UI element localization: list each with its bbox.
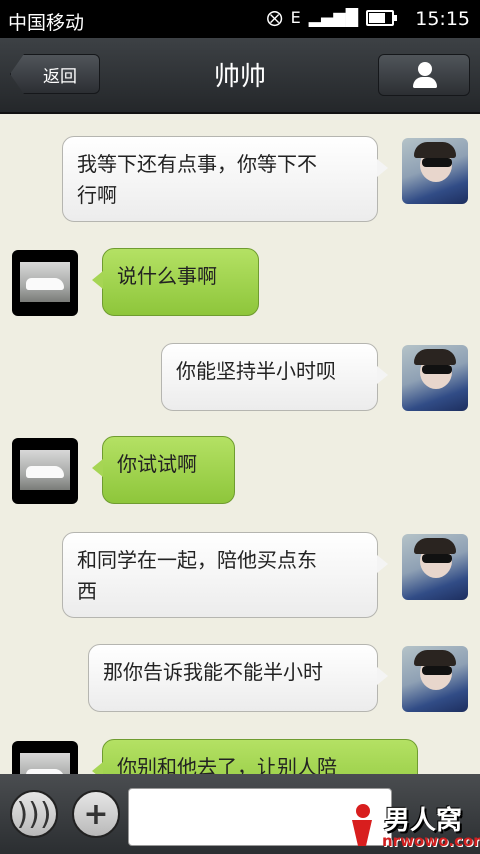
message-text: 你别和他去了，让别人陪 — [117, 755, 337, 774]
my-message-bubble[interactable]: 我等下还有点事，你等下不 行啊 — [62, 136, 388, 222]
vibrate-off-icon: ⨂ — [266, 8, 283, 27]
message-text-line: 西 — [77, 579, 97, 603]
voice-input-button[interactable]: ))) — [10, 790, 58, 838]
watermark-logo: 男人窝 nrwowo.com — [344, 798, 480, 854]
my-avatar[interactable] — [402, 345, 468, 411]
person-icon — [413, 62, 437, 88]
contact-avatar[interactable] — [12, 741, 78, 774]
my-message-bubble[interactable]: 那你告诉我能不能半小时 — [88, 644, 388, 712]
message-text: 说什么事啊 — [117, 264, 217, 288]
message-text-line: 行啊 — [77, 183, 117, 207]
contact-profile-button[interactable] — [378, 54, 470, 96]
message-text: 你试试啊 — [117, 452, 197, 476]
message-text: 你能坚持半小时呗 — [176, 359, 336, 383]
clock: 15:15 — [415, 8, 470, 30]
my-avatar[interactable] — [402, 646, 468, 712]
message-text: 那你告诉我能不能半小时 — [103, 660, 323, 684]
my-avatar[interactable] — [402, 138, 468, 204]
network-type-icon: E — [290, 8, 301, 27]
contact-message-bubble[interactable]: 你别和他去了，让别人陪 — [92, 739, 418, 774]
status-bar: 中国移动 ⨂ E ▂▄▆█ 15:15 — [0, 0, 480, 38]
watermark-url: nrwowo.com — [382, 832, 480, 850]
battery-icon — [366, 9, 397, 26]
signal-icon: ▂▄▆█ — [308, 8, 358, 27]
contact-avatar[interactable] — [12, 438, 78, 504]
contact-message-bubble[interactable]: 说什么事啊 — [92, 248, 259, 316]
chat-area[interactable]: 我等下还有点事，你等下不 行啊 说什么事啊 你能坚持半小时呗 你试试啊 和同学在… — [0, 114, 480, 774]
person-logo-icon — [348, 804, 376, 848]
contact-avatar[interactable] — [12, 250, 78, 316]
contact-message-bubble[interactable]: 你试试啊 — [92, 436, 235, 504]
status-icons: ⨂ E ▂▄▆█ — [266, 8, 397, 27]
carrier-name: 中国移动 — [8, 12, 85, 34]
add-attachment-button[interactable]: + — [72, 790, 120, 838]
message-text-line: 我等下还有点事，你等下不 — [77, 152, 317, 176]
my-message-bubble[interactable]: 和同学在一起，陪他买点东 西 — [62, 532, 388, 618]
sound-wave-icon: ))) — [16, 796, 52, 832]
title-bar: 返回 帅帅 — [0, 38, 480, 114]
plus-icon: + — [83, 796, 109, 832]
my-message-bubble[interactable]: 你能坚持半小时呗 — [161, 343, 388, 411]
my-avatar[interactable] — [402, 534, 468, 600]
message-text-line: 和同学在一起，陪他买点东 — [77, 548, 317, 572]
